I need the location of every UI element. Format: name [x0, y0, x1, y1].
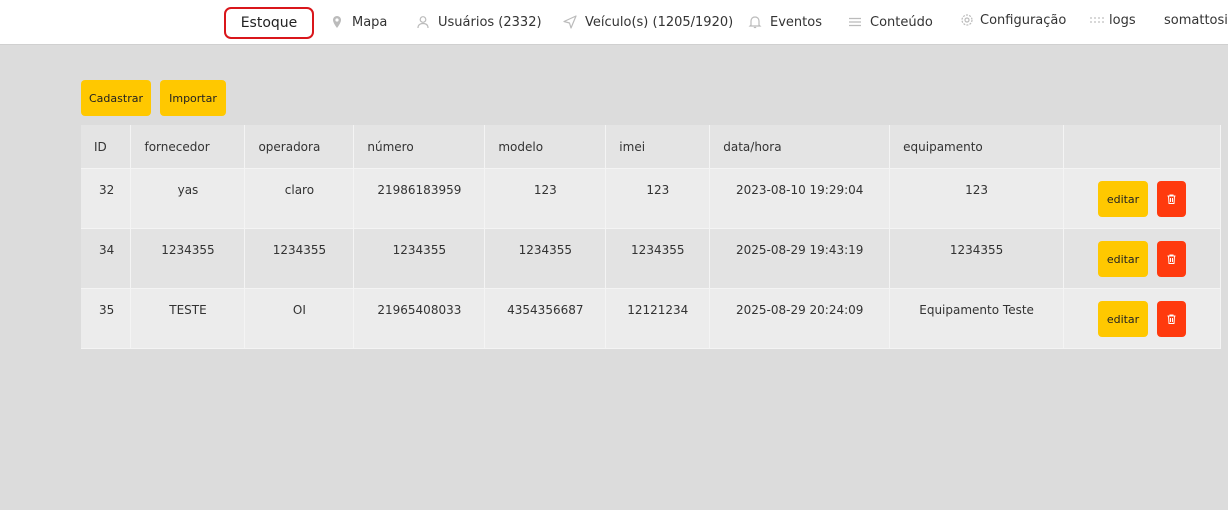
col-header-datahora[interactable]: data/hora	[709, 125, 891, 169]
nav-label: Conteúdo	[870, 14, 933, 30]
col-header-imei[interactable]: imei	[605, 125, 711, 169]
cell-equipamento: 1234355	[889, 228, 1065, 289]
cell-fornecedor: TESTE	[130, 288, 246, 349]
col-header-equipamento[interactable]: equipamento	[889, 125, 1065, 169]
cell-numero: 1234355	[353, 228, 486, 289]
nav-label: Configuração	[980, 12, 1067, 28]
cell-fornecedor: yas	[130, 168, 246, 229]
cell-equipamento: 123	[889, 168, 1065, 229]
cell-id: 32	[81, 168, 132, 229]
col-header-numero[interactable]: número	[353, 125, 486, 169]
bell-icon	[748, 16, 762, 29]
gear-icon	[961, 14, 973, 26]
grid-dots-icon	[1090, 17, 1104, 23]
delete-button[interactable]	[1157, 301, 1187, 337]
cell-imei: 12121234	[605, 288, 711, 349]
nav-label: logs	[1109, 12, 1136, 28]
col-header-modelo[interactable]: modelo	[484, 125, 607, 169]
nav-label: Mapa	[352, 14, 388, 30]
top-navigation: Estoque Mapa Usuários (2332) Veículo(s) …	[0, 0, 1228, 45]
cell-datahora: 2025-08-29 20:24:09	[709, 288, 891, 349]
nav-item-veiculos[interactable]: Veículo(s) (1205/1920)	[563, 0, 733, 44]
nav-item-configuracao[interactable]: Configuração	[960, 0, 1066, 42]
cell-modelo: 4354356687	[484, 288, 607, 349]
table-row: 32 yas claro 21986183959 123 123 2023-08…	[81, 168, 1221, 229]
nav-item-conteudo[interactable]: Conteúdo	[848, 0, 933, 44]
trash-icon	[1167, 254, 1176, 264]
send-icon	[563, 15, 577, 29]
menu-icon	[849, 17, 861, 27]
cell-actions: editar	[1063, 168, 1221, 229]
col-header-operadora[interactable]: operadora	[244, 125, 355, 169]
cell-imei: 1234355	[605, 228, 711, 289]
user-icon	[417, 16, 429, 29]
cell-imei: 123	[605, 168, 711, 229]
table-row: 34 1234355 1234355 1234355 1234355 12343…	[81, 228, 1221, 289]
cell-actions: editar	[1063, 228, 1221, 289]
edit-button[interactable]: editar	[1098, 181, 1149, 217]
cell-equipamento: Equipamento Teste	[889, 288, 1065, 349]
delete-button[interactable]	[1157, 181, 1187, 217]
import-button[interactable]: Importar	[160, 80, 226, 116]
nav-user-menu[interactable]: somattosir	[1164, 0, 1228, 42]
cell-fornecedor: 1234355	[130, 228, 246, 289]
cell-datahora: 2023-08-10 19:29:04	[709, 168, 891, 229]
edit-button[interactable]: editar	[1098, 301, 1149, 337]
nav-item-usuarios[interactable]: Usuários (2332)	[416, 0, 542, 44]
nav-item-eventos[interactable]: Eventos	[748, 0, 822, 44]
table-header-row: ID fornecedor operadora número modelo im…	[81, 125, 1221, 169]
delete-button[interactable]	[1157, 241, 1187, 277]
trash-icon	[1167, 194, 1176, 204]
nav-label: Usuários (2332)	[438, 14, 542, 30]
cell-operadora: claro	[244, 168, 355, 229]
nav-label: Veículo(s) (1205/1920)	[585, 14, 734, 30]
nav-item-mapa[interactable]: Mapa	[330, 0, 387, 44]
cell-datahora: 2025-08-29 19:43:19	[709, 228, 891, 289]
register-button[interactable]: Cadastrar	[81, 80, 151, 116]
nav-item-estoque[interactable]: Estoque	[224, 7, 314, 39]
cell-numero: 21965408033	[353, 288, 486, 349]
table-row: 35 TESTE OI 21965408033 4354356687 12121…	[81, 288, 1221, 349]
cell-modelo: 123	[484, 168, 607, 229]
inventory-table: ID fornecedor operadora número modelo im…	[81, 125, 1221, 349]
cell-numero: 21986183959	[353, 168, 486, 229]
edit-button[interactable]: editar	[1098, 241, 1149, 277]
nav-label: Eventos	[770, 14, 822, 30]
map-pin-icon	[333, 16, 341, 28]
cell-modelo: 1234355	[484, 228, 607, 289]
cell-operadora: 1234355	[244, 228, 355, 289]
nav-label: somattosir	[1164, 12, 1228, 28]
col-header-id[interactable]: ID	[81, 125, 132, 169]
cell-operadora: OI	[244, 288, 355, 349]
col-header-actions	[1063, 125, 1221, 169]
nav-item-logs[interactable]: logs	[1089, 0, 1136, 42]
cell-actions: editar	[1063, 288, 1221, 349]
cell-id: 35	[81, 288, 132, 349]
trash-icon	[1167, 314, 1176, 324]
cell-id: 34	[81, 228, 132, 289]
col-header-fornecedor[interactable]: fornecedor	[130, 125, 246, 169]
